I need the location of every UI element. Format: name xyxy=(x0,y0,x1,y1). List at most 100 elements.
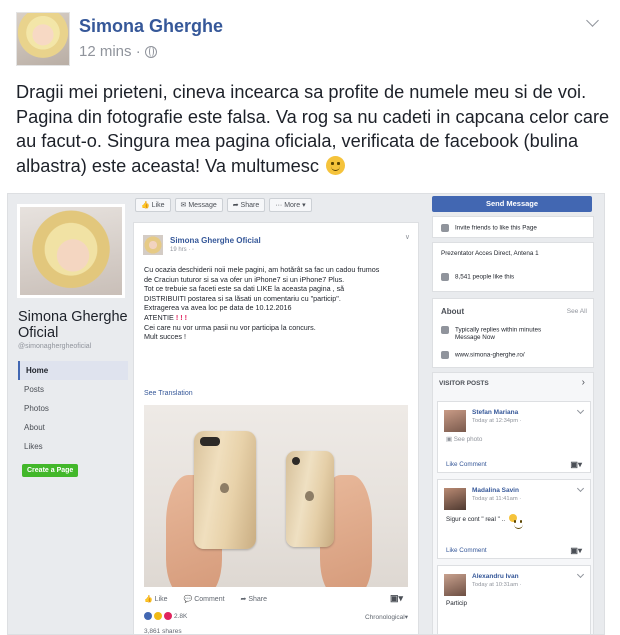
card-line: Extragerea va avea loc pe data de 10.12.… xyxy=(144,303,292,313)
post-author[interactable]: Simona Gherghe xyxy=(79,16,223,37)
share-menu-icon: ▣▾ xyxy=(570,546,582,555)
reactions-count: 2.8K xyxy=(174,612,188,620)
apple-logo-icon xyxy=(220,483,229,493)
visitor-avatar xyxy=(444,410,466,432)
page-like-button: 👍 Like xyxy=(135,198,171,212)
about-box: About See All Typically replies within m… xyxy=(432,298,594,368)
page-action-bar: 👍 Like ✉ Message ➦ Share ··· More ▾ xyxy=(135,198,312,212)
card-like-label: Like xyxy=(154,596,168,603)
reactions-summary: 2.8K xyxy=(144,612,187,620)
page-like-label: Like xyxy=(151,202,165,209)
page-likes: 8,541 people like this xyxy=(455,273,515,281)
globe-icon xyxy=(144,45,157,58)
post-text-body: Dragii mei prieteni, cineva incearca sa … xyxy=(16,82,610,176)
card-share: ➦ Share xyxy=(240,596,268,603)
photo-icon: ▣ xyxy=(446,436,452,443)
visitor-time: Today at 11:41am · xyxy=(472,496,522,502)
wow-reaction-icon xyxy=(154,612,162,620)
page-message-button: ✉ Message xyxy=(174,198,223,212)
love-reaction-icon xyxy=(164,612,172,620)
visitor-body: Particip xyxy=(446,600,467,607)
visitor-name: Alexandru Ivan xyxy=(472,573,519,580)
fake-post-card: Simona Gherghe Oficial 19 hrs · ◦ ∨ Cu o… xyxy=(133,222,419,635)
nav-item-posts: Posts xyxy=(24,385,45,394)
clock-icon xyxy=(441,326,449,334)
chevron-down-icon xyxy=(578,486,584,492)
invite-row: Invite friends to like this Page xyxy=(441,224,537,233)
send-message-button: Send Message xyxy=(432,196,592,212)
nav-item-photos: Photos xyxy=(24,404,49,413)
card-avatar xyxy=(143,235,163,255)
page-more-button: ··· More ▾ xyxy=(269,198,312,212)
post-time[interactable]: 12 mins · xyxy=(79,43,141,60)
visitor-body-text: Sigur e cont " real " .. xyxy=(446,516,506,523)
card-line-attention: ATENTIE ! ! ! xyxy=(144,313,412,323)
visitor-avatar xyxy=(444,574,466,596)
post-meta: 12 mins · xyxy=(79,43,157,60)
invite-box: Invite friends to like this Page xyxy=(432,216,594,238)
like-reaction-icon xyxy=(144,612,152,620)
see-all-link: See All xyxy=(566,308,587,315)
chevron-down-icon: ∨ xyxy=(404,234,410,241)
visitor-body: Sigur e cont " real " .. xyxy=(446,514,523,529)
iphone-7 xyxy=(286,451,334,547)
card-line: Mult succes ! xyxy=(144,332,186,342)
visitor-actions: Like Comment xyxy=(446,461,487,468)
visitor-post: Madalina Savin Today at 11:41am · Sigur … xyxy=(437,479,591,559)
card-line: Cei care nu vor urma pasii nu vor partic… xyxy=(144,322,316,332)
invite-icon xyxy=(441,224,449,232)
page-name: Simona Gherghe Oficial xyxy=(18,309,128,341)
share-menu-icon: ▣▾ xyxy=(570,460,582,469)
author-avatar[interactable] xyxy=(16,12,70,66)
share-menu-icon: ▣▾ xyxy=(390,593,404,603)
visitor-name: Stefan Mariana xyxy=(472,409,519,416)
about-title: About xyxy=(441,307,465,316)
post-text: Dragii mei prieteni, cineva incearca sa … xyxy=(16,80,611,178)
visitor-body: ▣ See photo xyxy=(446,436,482,443)
fake-page-screenshot: Simona Gherghe Oficial @simonaghergheofi… xyxy=(7,193,605,635)
camera xyxy=(292,457,300,465)
chevron-down-icon xyxy=(578,408,584,414)
page-profile-photo xyxy=(17,204,125,298)
visitor-body-text: See photo xyxy=(453,436,483,443)
apple-logo-icon xyxy=(305,491,314,501)
page-share-button: ➦ Share xyxy=(226,198,266,212)
globe-icon xyxy=(441,351,449,359)
card-line: Cu ocazia deschiderii noii mele pagini, … xyxy=(144,265,380,274)
chevron-down-icon[interactable] xyxy=(586,16,600,30)
card-page-name: Simona Gherghe Oficial xyxy=(170,236,261,245)
iphone-7-plus xyxy=(194,431,256,549)
card-text: Cu ocazia deschiderii noii mele pagini, … xyxy=(144,265,412,342)
website-link: www.simona-gherghe.ro/ xyxy=(455,351,525,359)
nav-item-likes: Likes xyxy=(24,442,43,451)
globe-icon: ◦ xyxy=(192,247,195,253)
card-like: 👍 Like xyxy=(144,596,168,603)
dual-camera xyxy=(200,437,220,446)
page-info-box: Prezentator Acces Direct, Antena 1 8,541… xyxy=(432,242,594,292)
visitor-posts-box: VISITOR POSTS › Stefan Mariana Today at … xyxy=(432,372,594,634)
card-comment-label: Comment xyxy=(194,596,225,603)
comment-sort: Chronological▾ xyxy=(365,613,408,621)
card-line: DISTRIBUITI postarea si sa lăsati un com… xyxy=(144,293,341,303)
visitor-actions: Like Comment xyxy=(446,547,487,554)
attention-label: ATENTIE xyxy=(144,312,174,322)
invite-text: Invite friends to like this Page xyxy=(455,224,537,232)
visitor-post: Alexandru Ivan Today at 10:31am · Partic… xyxy=(437,565,591,634)
chevron-right-icon: › xyxy=(581,377,585,388)
visitor-time: Today at 12:34pm · xyxy=(472,418,522,424)
page-handle: @simonaghergheoficial xyxy=(18,343,92,350)
nav-item-home: Home xyxy=(18,361,128,380)
smile-emoji-icon xyxy=(508,514,523,529)
shares-count: 3,861 shares xyxy=(144,628,182,635)
attention-marks: ! ! ! xyxy=(175,312,188,322)
sort-chevron-icon: ▾ xyxy=(404,614,408,621)
page-likes-row: 8,541 people like this xyxy=(441,273,514,282)
card-line: de Craciun tuturor si sa va ofer un iPho… xyxy=(144,274,345,284)
nav-item-about: About xyxy=(24,423,45,432)
thumbs-up-icon xyxy=(441,273,449,281)
website-row: www.simona-gherghe.ro/ xyxy=(441,351,525,360)
page-category: Prezentator Acces Direct, Antena 1 xyxy=(441,250,539,257)
smile-emoji-icon xyxy=(326,155,345,175)
visitor-time: Today at 10:31am · xyxy=(472,582,522,588)
page-message-label: Message xyxy=(188,202,217,209)
